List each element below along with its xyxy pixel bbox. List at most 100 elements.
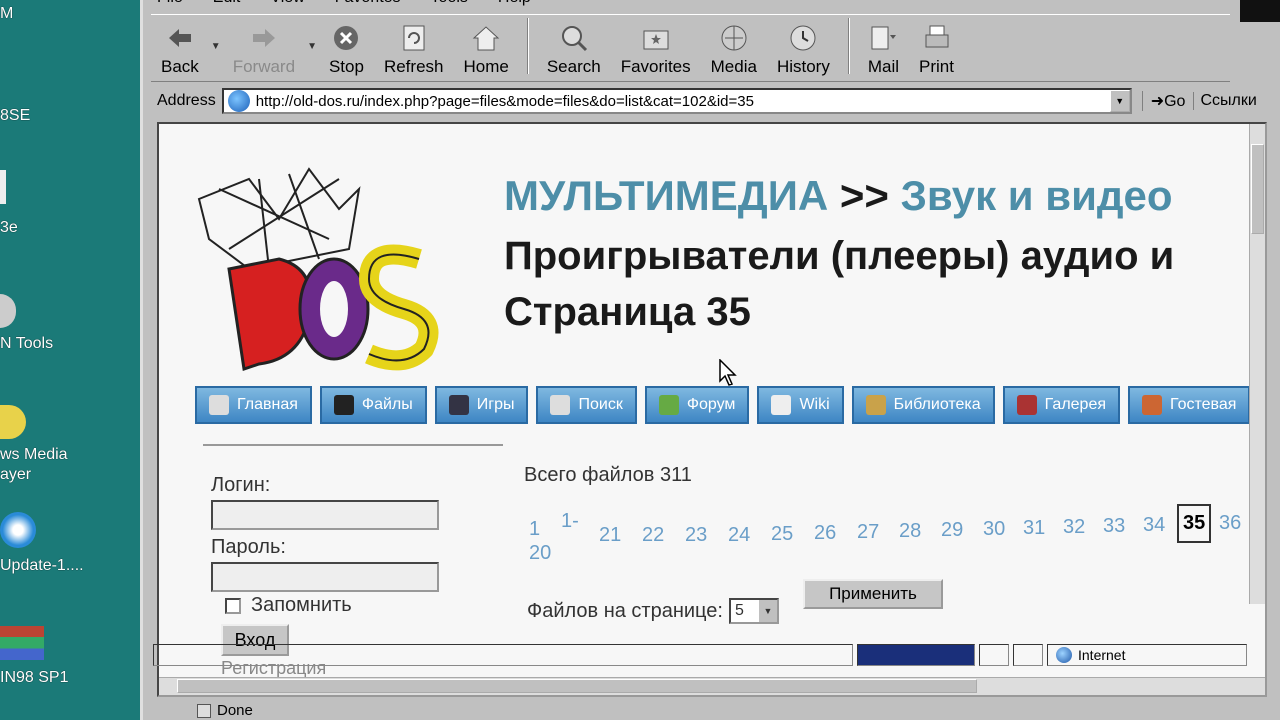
section-link[interactable]: МУЛЬТИМЕДИА [504,172,828,219]
back-dropdown-icon[interactable]: ▼ [211,41,221,52]
login-input[interactable] [211,500,439,530]
forward-dropdown-icon[interactable]: ▼ [307,41,317,52]
nav-wiki[interactable]: Wiki [757,386,844,424]
subsection-link[interactable]: Звук и видео [901,172,1173,219]
media-button[interactable]: Media [701,15,767,77]
remember-checkbox[interactable] [225,597,241,614]
back-button[interactable]: Back [151,15,209,77]
desktop-icon-update[interactable]: Update-1.... [0,512,84,576]
page-link[interactable]: 33 [1103,515,1125,538]
page-link[interactable]: 21 [599,524,621,547]
page-link[interactable]: 29 [941,519,963,542]
menu-edit[interactable]: Edit [213,0,241,12]
status-segment [979,644,1009,666]
address-input[interactable]: http://old-dos.ru/index.php?page=files&m… [221,88,1132,114]
favorites-button[interactable]: Favorites [611,15,701,77]
go-button[interactable]: ➜Go [1141,91,1194,111]
forward-label: Forward [232,57,296,76]
desktop-icon-n-tools[interactable]: N Tools [0,294,53,354]
page-link[interactable]: 30 [983,518,1005,541]
mail-button[interactable]: Mail [858,15,909,77]
stop-icon [334,26,359,50]
per-page-select[interactable]: 5 ▼ [728,598,779,624]
horizontal-scrollbar[interactable] [159,677,1265,695]
mail-icon [871,26,897,50]
nav-search[interactable]: Поиск [536,386,637,424]
desktop-icon-m[interactable]: M [0,4,13,24]
picture-icon [1016,395,1037,415]
page-link[interactable]: 31 [1023,517,1045,540]
forward-button[interactable]: Forward [223,15,305,77]
password-input[interactable] [211,562,439,592]
site-nav: Главная Файлы Игры Поиск Форум Wiki Библ… [195,386,1251,424]
book-icon [865,395,886,415]
search-button[interactable]: Search [537,15,611,77]
old-dos-logo[interactable] [189,159,459,389]
vertical-scrollbar[interactable] [1249,124,1265,604]
forward-arrow-icon [252,29,275,47]
horizontal-scroll-thumb[interactable] [177,679,977,693]
page-link[interactable]: 1 [529,518,540,541]
status-bar: Internet [153,640,1280,670]
login-divider [203,444,503,446]
nav-files[interactable]: Файлы [319,386,427,424]
refresh-button[interactable]: Refresh [374,15,454,77]
nav-label: Гостевая [1170,396,1237,413]
favorites-label: Favorites [620,57,691,76]
total-files: Всего файлов 311 [524,464,692,486]
page-link[interactable]: 32 [1063,516,1085,539]
vertical-scroll-thumb[interactable] [1251,144,1264,234]
desktop-icon-8se[interactable]: 8SE [0,106,30,126]
page-link[interactable]: 28 [899,520,921,543]
address-bar: Address http://old-dos.ru/index.php?page… [151,86,1280,116]
search-globe-icon [561,26,587,52]
page-number-title: Страница 35 [504,290,751,334]
print-button[interactable]: Print [909,15,964,77]
page-range-link-top[interactable]: 1- [561,510,579,533]
nav-forum[interactable]: Форум [644,386,750,424]
page-link[interactable]: 25 [771,523,793,546]
nav-library[interactable]: Библиотека [851,386,995,424]
history-button[interactable]: History [767,15,840,77]
menu-view[interactable]: View [270,0,304,12]
menu-tools[interactable]: Tools [431,0,468,12]
page-link[interactable]: 27 [857,521,879,544]
address-dropdown-icon[interactable]: ▼ [1109,90,1130,112]
desktop-icon-3e[interactable]: 3e [0,170,18,238]
links-button[interactable]: Ссылки [1193,92,1262,110]
stop-button[interactable]: Stop [319,15,374,77]
archive-icon [0,626,44,660]
nav-home[interactable]: Главная [195,386,312,424]
menu-favorites[interactable]: Favorites [335,0,401,12]
status-progress [857,644,975,666]
page-range-link-bottom[interactable]: 20 [529,542,551,565]
globe-icon [1056,647,1072,663]
chevron-down-icon: ▼ [758,600,777,622]
menu-file[interactable]: File [157,0,183,12]
page-link[interactable]: 23 [685,524,707,547]
apply-button[interactable]: Применить [803,579,943,609]
browser-window: File Edit View Favorites Tools Help Back… [140,0,1280,720]
menu-help[interactable]: Help [498,0,531,12]
page-link[interactable]: 24 [728,524,750,547]
nav-label: Галерея [1044,396,1107,413]
desktop-icon-media-player[interactable]: ws Media ayer [0,405,68,485]
nav-guestbook[interactable]: Гостевая [1128,386,1251,424]
nav-games[interactable]: Игры [434,386,529,424]
ie-page-icon [227,90,250,112]
page-link[interactable]: 26 [814,522,836,545]
nav-label: Библиотека [893,396,981,413]
home-button[interactable]: Home [453,15,518,77]
status-segment [1013,644,1043,666]
remember-checkbox-row[interactable]: Запомнить [225,594,352,617]
nav-label: Форум [686,396,736,413]
password-label: Пароль: [211,536,286,558]
document-icon [0,170,6,204]
page-link[interactable]: 22 [642,524,664,547]
page-link[interactable]: 34 [1143,514,1165,537]
user-icon [658,395,679,415]
login-label: Логин: [211,474,271,496]
nav-gallery[interactable]: Галерея [1002,386,1121,424]
desktop-icon-win98sp1[interactable]: IN98 SP1 [0,626,68,688]
page-link[interactable]: 36 [1219,512,1241,535]
